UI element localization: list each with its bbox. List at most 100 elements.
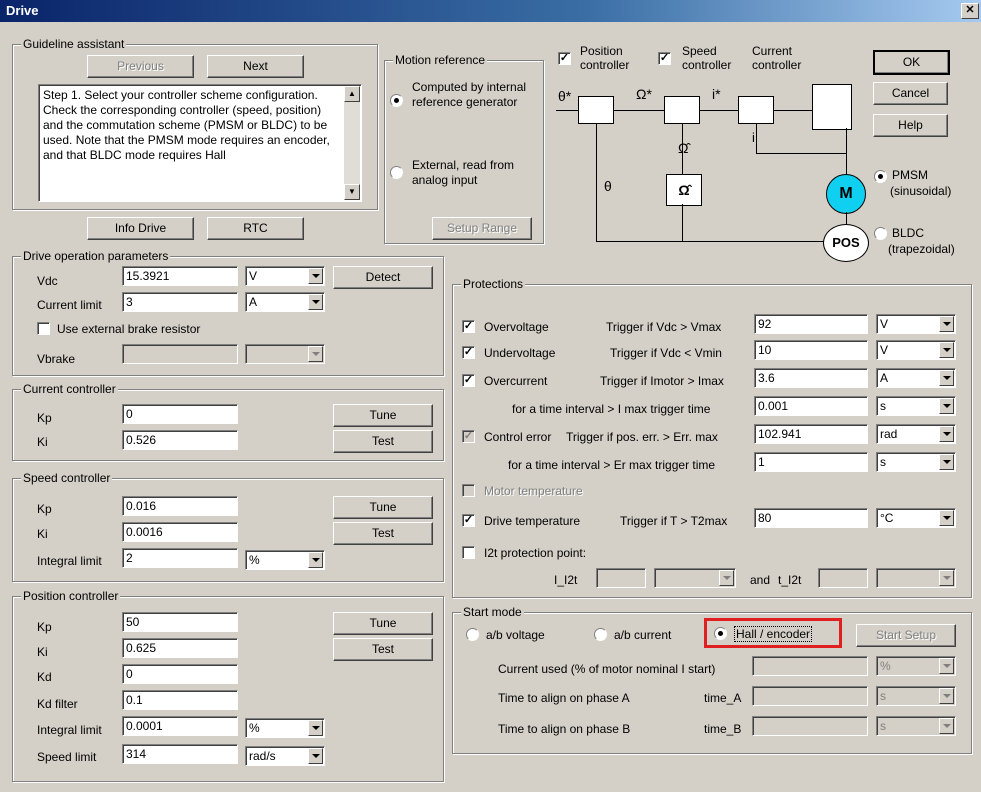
undervoltage-unit-select[interactable]: V xyxy=(876,340,956,360)
position-controller-checkbox[interactable]: ✓ xyxy=(558,52,571,65)
position-kd-filter-input[interactable]: 0.1 xyxy=(122,690,238,710)
overcurrent-checkbox[interactable]: ✓ xyxy=(462,374,475,387)
speed-integral-limit-input[interactable]: 2 xyxy=(122,548,238,568)
help-button[interactable]: Help xyxy=(873,114,948,137)
current-kp-input[interactable]: 0 xyxy=(122,404,238,424)
external-reference-radio[interactable] xyxy=(390,166,403,179)
previous-button[interactable]: Previous xyxy=(87,55,194,78)
time-b-unit-select[interactable]: s xyxy=(876,716,956,736)
internal-reference-radio[interactable] xyxy=(390,94,403,107)
position-tune-button[interactable]: Tune xyxy=(333,612,433,635)
chevron-down-icon[interactable] xyxy=(308,346,323,362)
chevron-down-icon[interactable] xyxy=(939,454,954,470)
err-time-unit-select[interactable]: s xyxy=(876,452,956,472)
current-test-button[interactable]: Test xyxy=(333,430,433,453)
drive-temperature-input[interactable]: 80 xyxy=(754,508,868,528)
t-i2t-unit-select[interactable] xyxy=(876,568,956,588)
close-icon[interactable]: ✕ xyxy=(961,3,979,19)
chevron-down-icon[interactable] xyxy=(719,570,734,586)
chevron-down-icon[interactable] xyxy=(939,510,954,526)
setup-range-button[interactable]: Setup Range xyxy=(432,217,532,240)
position-speed-limit-unit-select[interactable]: rad/s xyxy=(245,746,325,766)
vdc-unit-select[interactable]: V xyxy=(245,266,325,286)
vbrake-unit-select[interactable] xyxy=(245,344,325,364)
i-i2t-input[interactable] xyxy=(596,568,646,588)
vdc-input[interactable]: 15.3921 xyxy=(122,266,238,286)
current-used-input[interactable] xyxy=(752,656,868,676)
drive-temperature-checkbox[interactable]: ✓ xyxy=(462,514,475,527)
err-time-input[interactable]: 1 xyxy=(754,452,868,472)
chevron-down-icon[interactable] xyxy=(939,398,954,414)
chevron-down-icon[interactable] xyxy=(939,688,954,704)
chevron-down-icon[interactable] xyxy=(308,294,323,310)
imax-time-unit-select[interactable]: s xyxy=(876,396,956,416)
overcurrent-unit-select[interactable]: A xyxy=(876,368,956,388)
chevron-down-icon[interactable] xyxy=(939,658,954,674)
inverter-block xyxy=(812,84,852,130)
speed-integral-limit-unit-select[interactable]: % xyxy=(245,550,325,570)
info-drive-button[interactable]: Info Drive xyxy=(87,217,194,240)
overvoltage-input[interactable]: 92 xyxy=(754,314,868,334)
speed-tune-button[interactable]: Tune xyxy=(333,496,433,519)
i-i2t-unit-select[interactable] xyxy=(654,568,736,588)
control-error-input[interactable]: 102.941 xyxy=(754,424,868,444)
chevron-down-icon[interactable] xyxy=(939,316,954,332)
speed-kp-input[interactable]: 0.016 xyxy=(122,496,238,516)
vbrake-input[interactable] xyxy=(122,344,238,364)
overcurrent-input[interactable]: 3.6 xyxy=(754,368,868,388)
chevron-down-icon[interactable] xyxy=(939,342,954,358)
start-setup-button[interactable]: Start Setup xyxy=(856,624,956,647)
chevron-down-icon[interactable] xyxy=(308,552,323,568)
ab-voltage-radio[interactable] xyxy=(466,628,479,641)
scroll-down-icon[interactable]: ▼ xyxy=(344,184,360,200)
motor-temperature-checkbox[interactable] xyxy=(462,484,475,497)
speed-controller-checkbox[interactable]: ✓ xyxy=(658,52,671,65)
position-kp-input[interactable]: 50 xyxy=(122,612,238,632)
next-button[interactable]: Next xyxy=(207,55,304,78)
t-i2t-input[interactable] xyxy=(818,568,868,588)
bldc-radio[interactable] xyxy=(874,227,887,240)
time-a-unit-select[interactable]: s xyxy=(876,686,956,706)
speed-test-button[interactable]: Test xyxy=(333,522,433,545)
detect-button[interactable]: Detect xyxy=(333,266,433,289)
chevron-down-icon[interactable] xyxy=(939,426,954,442)
imax-time-input[interactable]: 0.001 xyxy=(754,396,868,416)
scroll-up-icon[interactable]: ▲ xyxy=(344,86,360,102)
brake-resistor-checkbox[interactable] xyxy=(37,322,50,335)
speed-ki-input[interactable]: 0.0016 xyxy=(122,522,238,542)
i2t-checkbox[interactable] xyxy=(462,546,475,559)
position-test-button[interactable]: Test xyxy=(333,638,433,661)
guideline-scrollbar[interactable]: ▲ ▼ xyxy=(344,86,360,200)
time-a-input[interactable] xyxy=(752,686,868,706)
hall-encoder-radio[interactable] xyxy=(714,627,727,640)
position-integral-limit-unit-select[interactable]: % xyxy=(245,718,325,738)
cancel-button[interactable]: Cancel xyxy=(873,82,948,105)
chevron-down-icon[interactable] xyxy=(939,570,954,586)
position-ki-input[interactable]: 0.625 xyxy=(122,638,238,658)
current-limit-unit-select[interactable]: A xyxy=(245,292,325,312)
drive-temperature-unit-select[interactable]: °C xyxy=(876,508,956,528)
chevron-down-icon[interactable] xyxy=(939,370,954,386)
undervoltage-checkbox[interactable]: ✓ xyxy=(462,346,475,359)
rtc-button[interactable]: RTC xyxy=(207,217,304,240)
position-integral-limit-input[interactable]: 0.0001 xyxy=(122,716,238,736)
current-used-unit-select[interactable]: % xyxy=(876,656,956,676)
pmsm-radio[interactable] xyxy=(874,170,887,183)
chevron-down-icon[interactable] xyxy=(308,268,323,284)
undervoltage-input[interactable]: 10 xyxy=(754,340,868,360)
current-ki-input[interactable]: 0.526 xyxy=(122,430,238,450)
control-error-checkbox[interactable]: ✓ xyxy=(462,430,475,443)
position-speed-limit-input[interactable]: 314 xyxy=(122,744,238,764)
overvoltage-unit-select[interactable]: V xyxy=(876,314,956,334)
position-kd-input[interactable]: 0 xyxy=(122,664,238,684)
ok-button[interactable]: OK xyxy=(873,50,950,75)
current-limit-input[interactable]: 3 xyxy=(122,292,238,312)
time-b-input[interactable] xyxy=(752,716,868,736)
overvoltage-checkbox[interactable]: ✓ xyxy=(462,320,475,333)
control-error-unit-select[interactable]: rad xyxy=(876,424,956,444)
chevron-down-icon[interactable] xyxy=(939,718,954,734)
chevron-down-icon[interactable] xyxy=(308,748,323,764)
ab-current-radio[interactable] xyxy=(594,628,607,641)
chevron-down-icon[interactable] xyxy=(308,720,323,736)
current-tune-button[interactable]: Tune xyxy=(333,404,433,427)
